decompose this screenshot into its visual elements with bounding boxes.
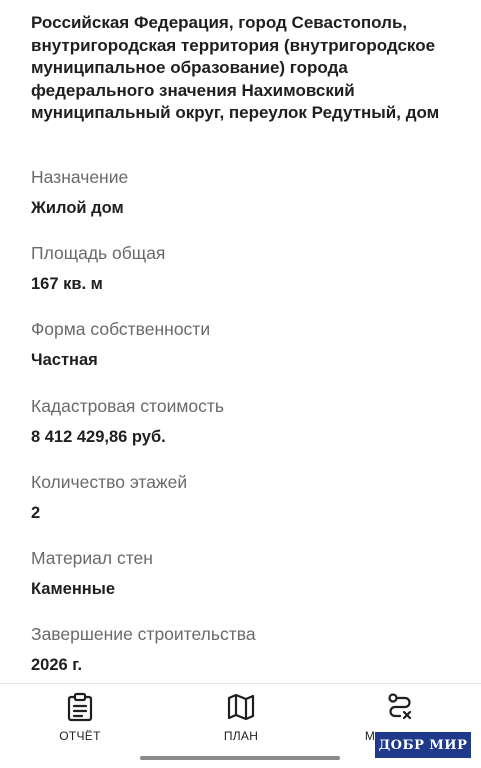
watermark-logo: ДОБР МИР: [374, 731, 472, 759]
field-label: Кадастровая стоимость: [31, 396, 224, 416]
field-value: 2: [31, 504, 41, 522]
field-label: Завершение строительства: [31, 624, 256, 644]
route-icon: [340, 690, 460, 724]
field-label: Назначение: [31, 167, 129, 187]
field-value: 167 кв. м: [31, 275, 103, 293]
field-value: Частная: [31, 351, 98, 369]
field-total-area: Площадь общая 167 кв. м: [31, 242, 165, 295]
field-value: 2026 г.: [31, 656, 83, 674]
field-label: Материал стен: [31, 548, 153, 568]
nav-label-report: ОТЧЁТ: [59, 729, 101, 743]
map-icon: [181, 690, 301, 724]
field-cadastral-value: Кадастровая стоимость 8 412 429,86 руб.: [31, 395, 224, 448]
object-address: Российская Федерация, город Севастополь,…: [31, 13, 440, 122]
home-indicator[interactable]: [140, 756, 340, 760]
field-floors: Количество этажей 2: [31, 471, 187, 524]
object-details: Российская Федерация, город Севастополь,…: [0, 0, 481, 683]
field-value: Каменные: [31, 580, 116, 598]
field-ownership-form: Форма собственности Частная: [31, 318, 210, 371]
field-label: Количество этажей: [31, 472, 188, 492]
field-wall-material: Материал стен Каменные: [31, 547, 153, 600]
field-purpose: Назначение Жилой дом: [31, 166, 128, 219]
field-label: Форма собственности: [31, 319, 211, 339]
field-label: Площадь общая: [31, 243, 166, 263]
field-construction-completion: Завершение строительства 2026 г.: [31, 623, 256, 676]
clipboard-icon: [20, 690, 140, 724]
nav-item-report[interactable]: ОТЧЁТ: [20, 690, 140, 743]
field-value: Жилой дом: [31, 199, 124, 217]
field-value: 8 412 429,86 руб.: [31, 428, 166, 446]
